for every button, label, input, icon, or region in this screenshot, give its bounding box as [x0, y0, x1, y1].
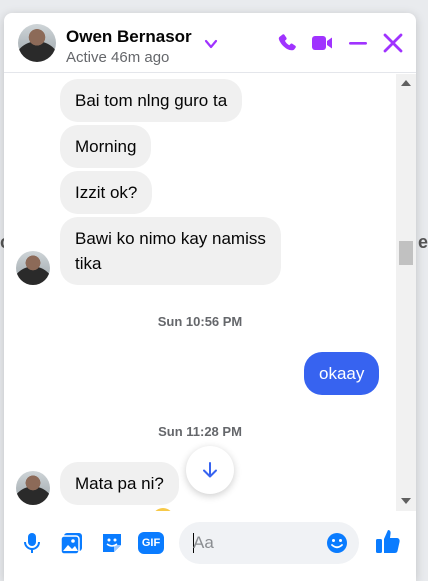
my-message-bubble[interactable]: okaay: [304, 352, 380, 395]
sender-avatar[interactable]: [16, 251, 50, 285]
contact-name[interactable]: Owen Bernasor: [66, 27, 192, 47]
phone-icon[interactable]: [276, 31, 300, 55]
message-bubble[interactable]: Izzit ok?: [60, 171, 153, 214]
message-bubble[interactable]: Bawi ko nimo kay namiss tika: [60, 217, 281, 285]
chevron-down-icon[interactable]: [204, 37, 218, 51]
gif-icon[interactable]: GIF: [138, 532, 164, 554]
message-bubble[interactable]: Bai tom nlng guro ta: [60, 79, 243, 122]
scroll-up-arrow-icon[interactable]: [401, 80, 411, 86]
timestamp: Sun 11:28 PM: [158, 424, 242, 439]
chat-header: Owen Bernasor Active 46m ago: [4, 13, 416, 73]
message-input-box[interactable]: [179, 522, 359, 564]
timestamp: Sun 10:56 PM: [157, 314, 243, 329]
image-icon[interactable]: [59, 530, 85, 556]
message-composer: GIF: [4, 511, 416, 581]
scrollbar-thumb[interactable]: [399, 241, 413, 265]
contact-status: Active 46m ago: [66, 49, 170, 66]
scroll-to-bottom-button[interactable]: [186, 446, 234, 494]
scroll-down-arrow-icon[interactable]: [401, 498, 411, 504]
sender-avatar[interactable]: [16, 471, 50, 505]
message-bubble[interactable]: Morning: [60, 125, 152, 168]
video-camera-icon[interactable]: [310, 31, 334, 55]
minimize-icon[interactable]: [346, 31, 370, 55]
sticker-icon[interactable]: [99, 530, 125, 556]
message-input[interactable]: [193, 522, 323, 564]
microphone-icon[interactable]: [19, 530, 45, 556]
background-fragment-right: e: [417, 232, 428, 252]
scrollbar[interactable]: [396, 74, 416, 511]
close-icon[interactable]: [381, 31, 405, 55]
thumbs-up-icon[interactable]: [374, 527, 402, 555]
chat-window: Owen Bernasor Active 46m ago Bai tom nln…: [4, 13, 416, 581]
contact-avatar[interactable]: [18, 24, 56, 62]
message-bubble[interactable]: Mata pa ni?: [60, 462, 179, 505]
emoji-icon[interactable]: [325, 531, 349, 555]
message-list[interactable]: Bai tom nlng guro ta Morning Izzit ok? B…: [4, 74, 416, 511]
arrow-down-icon: [203, 462, 217, 478]
